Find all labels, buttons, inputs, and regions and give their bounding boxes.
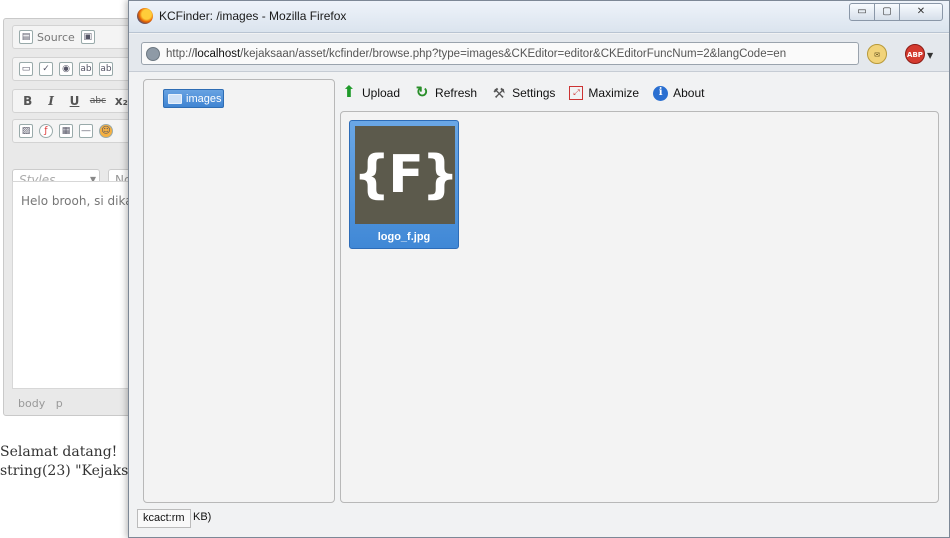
element-path: body p	[18, 397, 63, 410]
path-body[interactable]: body	[18, 397, 45, 410]
italic-button[interactable]: I	[42, 94, 59, 108]
folder-images[interactable]: images	[163, 89, 224, 108]
bold-button[interactable]: B	[19, 94, 36, 108]
source-icon: ▤	[19, 30, 33, 44]
wrench-icon: ⚒	[492, 85, 506, 101]
about-button[interactable]: i About	[653, 85, 705, 101]
textfield-icon[interactable]: ab	[79, 62, 93, 76]
file-thumbnail: {F}	[353, 126, 459, 224]
refresh-button[interactable]: ↻ Refresh	[414, 85, 477, 101]
window-controls: ▭ ▢ ✕	[849, 3, 943, 21]
url-path: /kejaksaan/asset/kcfinder/browse.php?typ…	[240, 47, 787, 60]
firefox-icon	[137, 8, 153, 24]
flash-icon[interactable]: ƒ	[39, 124, 53, 138]
maximize-label: Maximize	[588, 86, 640, 100]
file-item[interactable]: {F} logo_f.jpg	[349, 120, 459, 249]
image-icon[interactable]: ▨	[19, 124, 33, 138]
minimize-button[interactable]: ▭	[849, 3, 875, 21]
upload-button[interactable]: ⬆ Upload	[341, 85, 400, 101]
textarea-icon[interactable]: ab	[99, 62, 113, 76]
underline-button[interactable]: U	[66, 94, 83, 108]
info-icon: i	[653, 85, 669, 101]
url-prefix: http://	[166, 47, 195, 60]
about-label: About	[673, 86, 705, 100]
upload-icon: ⬆	[342, 84, 356, 101]
ckeditor: ▤ Source ▣ ▭ ✓ ◉ ab ab B I U abc x₂ ▨ ƒ …	[3, 18, 148, 416]
settings-label: Settings	[512, 86, 556, 100]
url-bar[interactable]: http://localhost/kejaksaan/asset/kcfinde…	[141, 42, 859, 65]
ck-toolbar-row-1: ▤ Source ▣	[12, 25, 137, 49]
save-icon[interactable]: ▣	[80, 30, 95, 44]
hr-icon[interactable]: ―	[79, 124, 93, 138]
logo-f-image: {F}	[353, 145, 459, 205]
file-name: logo_f.jpg	[377, 231, 431, 243]
notification-icon[interactable]: ✉	[867, 44, 887, 64]
editor-content[interactable]: Helo brooh, si dika l	[12, 181, 144, 389]
maximize-kc-button[interactable]: ⤢ Maximize	[569, 86, 639, 100]
path-p[interactable]: p	[56, 397, 63, 410]
checkbox-icon[interactable]: ✓	[39, 62, 53, 76]
firefox-popup-window: KCFinder: /images - Mozilla Firefox ▭ ▢ …	[128, 0, 950, 538]
close-button[interactable]: ✕	[899, 3, 943, 21]
source-button[interactable]: ▤ Source	[19, 30, 75, 44]
upload-label: Upload	[362, 86, 401, 100]
maximize-icon: ⤢	[569, 86, 584, 100]
files-panel: {F} logo_f.jpg	[340, 111, 939, 503]
folder-label: images	[186, 92, 222, 105]
radio-icon[interactable]: ◉	[59, 62, 73, 76]
settings-button[interactable]: ⚒ Settings	[491, 85, 556, 101]
ck-toolbar-row-3: B I U abc x₂	[12, 89, 137, 113]
kcfinder-toolbar: ⬆ Upload ↻ Refresh ⚒ Settings ⤢ Maximize…	[341, 81, 718, 105]
table-icon[interactable]: ▦	[59, 124, 73, 138]
status-tooltip: kcact:rm	[137, 509, 191, 528]
refresh-label: Refresh	[435, 86, 478, 100]
welcome-text: Selamat datang!	[0, 444, 118, 460]
folder-icon	[168, 93, 182, 104]
window-title: KCFinder: /images - Mozilla Firefox	[159, 9, 347, 23]
navigation-bar: http://localhost/kejaksaan/asset/kcfinde…	[129, 34, 949, 72]
title-bar[interactable]: KCFinder: /images - Mozilla Firefox ▭ ▢ …	[129, 1, 949, 33]
strike-button[interactable]: abc	[89, 96, 106, 106]
adblock-plus-icon[interactable]: ABP	[905, 44, 925, 64]
dump-text: string(23) "Kejaksaa	[0, 463, 146, 479]
form-icon[interactable]: ▭	[19, 62, 33, 76]
maximize-button[interactable]: ▢	[874, 3, 900, 21]
url-text: http://localhost/kejaksaan/asset/kcfinde…	[166, 48, 786, 60]
source-label: Source	[37, 30, 75, 44]
refresh-icon: ↻	[415, 84, 429, 101]
abp-dropdown-icon[interactable]: ▼	[927, 51, 933, 60]
status-text: KB)	[193, 511, 212, 523]
ck-toolbar-row-2: ▭ ✓ ◉ ab ab	[12, 57, 137, 81]
ck-toolbar-row-4: ▨ ƒ ▦ ― ☺	[12, 119, 137, 143]
folder-tree-panel: images	[143, 79, 335, 503]
site-identity-icon[interactable]	[146, 46, 160, 61]
smiley-icon[interactable]: ☺	[99, 124, 113, 138]
url-host: localhost	[194, 47, 241, 60]
